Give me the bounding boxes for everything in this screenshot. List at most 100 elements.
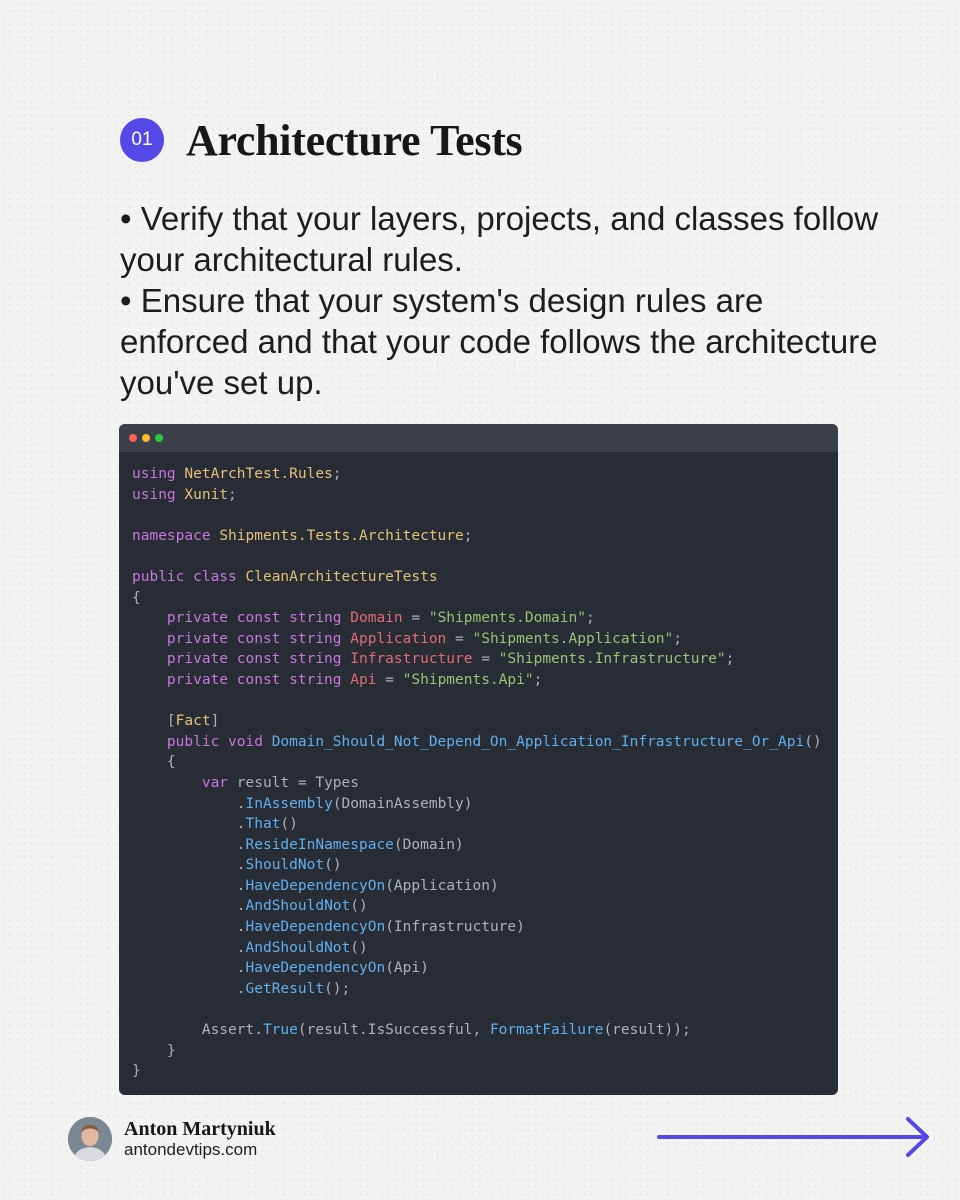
slide-header: 01 Architecture Tests [120,112,523,168]
code-line: private const string Infrastructure = "S… [132,649,822,670]
window-title-bar [119,424,838,452]
code-line: public class CleanArchitectureTests [132,567,822,588]
code-token: } [132,1042,176,1059]
code-token: InAssembly [245,795,333,812]
code-token: ; [228,486,237,503]
code-line: .AndShouldNot() [132,896,822,917]
code-token: Assert. [132,1022,263,1039]
maximize-dot-icon [155,434,163,442]
code-line: { [132,588,822,609]
code-token: "Shipments.Api" [402,671,534,688]
next-slide-button[interactable] [656,1114,936,1160]
bullet-item: • Ensure that your system's design rules… [120,282,878,401]
code-token: Application [350,630,447,647]
code-line: .HaveDependencyOn(Infrastructure) [132,917,822,938]
code-token: Api [350,671,377,688]
code-line: } [132,1061,822,1082]
code-token: (Infrastructure) [385,919,525,936]
author-block: Anton Martyniuk antondevtips.com [68,1117,276,1161]
code-token: "Shipments.Application" [472,630,674,647]
code-line: } [132,1041,822,1062]
slide-title: Architecture Tests [186,115,523,165]
code-token: . [132,836,246,853]
code-line: { [132,752,822,773]
code-token: } [132,1063,141,1080]
code-token: ] [210,713,220,730]
code-token: ; [725,651,735,668]
code-token: using [132,466,185,482]
code-token: { [132,589,141,606]
code-token: . [132,960,246,977]
code-token: That [245,816,281,833]
code-token: (); [324,980,351,997]
code-token: () [804,733,822,750]
code-token: () [350,898,368,915]
code-token: () [350,939,368,956]
code-token: AndShouldNot [245,939,351,956]
code-token: (Application) [385,877,499,894]
code-token: GetResult [245,980,325,997]
code-token: private const string [166,671,351,688]
code-token: private const string [166,630,351,647]
code-token: . [132,816,246,833]
code-line: public void Domain_Should_Not_Depend_On_… [132,732,822,753]
code-token: private const string [166,610,351,627]
code-token: Infrastructure [350,651,473,668]
code-line: .That() [132,814,822,835]
code-token: ; [463,527,473,544]
code-token: ShouldNot [245,857,325,874]
code-token: (result.IsSuccessful, [297,1022,490,1039]
code-token: CleanArchitectureTests [245,568,438,585]
code-token: NetArchTest.Rules [184,466,333,482]
code-token: using [132,486,185,503]
code-token: (Domain) [393,836,464,853]
code-token: private const string [166,651,351,668]
bullet-list: • Verify that your layers, projects, and… [120,198,880,403]
code-token: () [280,816,298,833]
code-line: [Fact] [132,711,822,732]
code-token: = [376,671,403,688]
code-token: Fact [175,713,211,730]
step-number-badge: 01 [120,118,164,162]
code-token: (DomainAssembly) [332,795,473,812]
code-token: result = Types [236,774,359,791]
code-token: . [132,857,246,874]
code-token: ResideInNamespace [245,836,394,853]
code-token: Xunit [184,486,229,503]
code-token: (result)); [603,1022,691,1039]
code-token: public class [132,568,246,585]
code-line: using NetArchTest.Rules; [132,464,822,485]
code-token: namespace [132,527,220,544]
code-token: ; [585,610,595,627]
code-token: FormatFailure [489,1022,604,1039]
code-token: ; [332,466,342,482]
code-token: = [472,651,499,668]
close-dot-icon [129,434,137,442]
code-line: Assert.True(result.IsSuccessful, FormatF… [132,1020,822,1041]
code-token: var [201,774,237,791]
code-token: . [132,795,246,812]
code-line: .GetResult(); [132,979,822,1000]
person-avatar-icon [68,1117,112,1161]
avatar [68,1117,112,1161]
code-token: . [132,919,246,936]
code-token: AndShouldNot [245,898,351,915]
code-token: public void [166,733,272,750]
code-token: "Shipments.Domain" [428,610,586,627]
code-token: HaveDependencyOn [245,960,386,977]
code-token: { [132,754,176,771]
code-line: private const string Application = "Ship… [132,629,822,650]
code-line: .HaveDependencyOn(Application) [132,876,822,897]
code-token: . [132,877,246,894]
code-token: ; [673,630,683,647]
code-line: private const string Domain = "Shipments… [132,608,822,629]
code-token: Domain [350,610,403,627]
